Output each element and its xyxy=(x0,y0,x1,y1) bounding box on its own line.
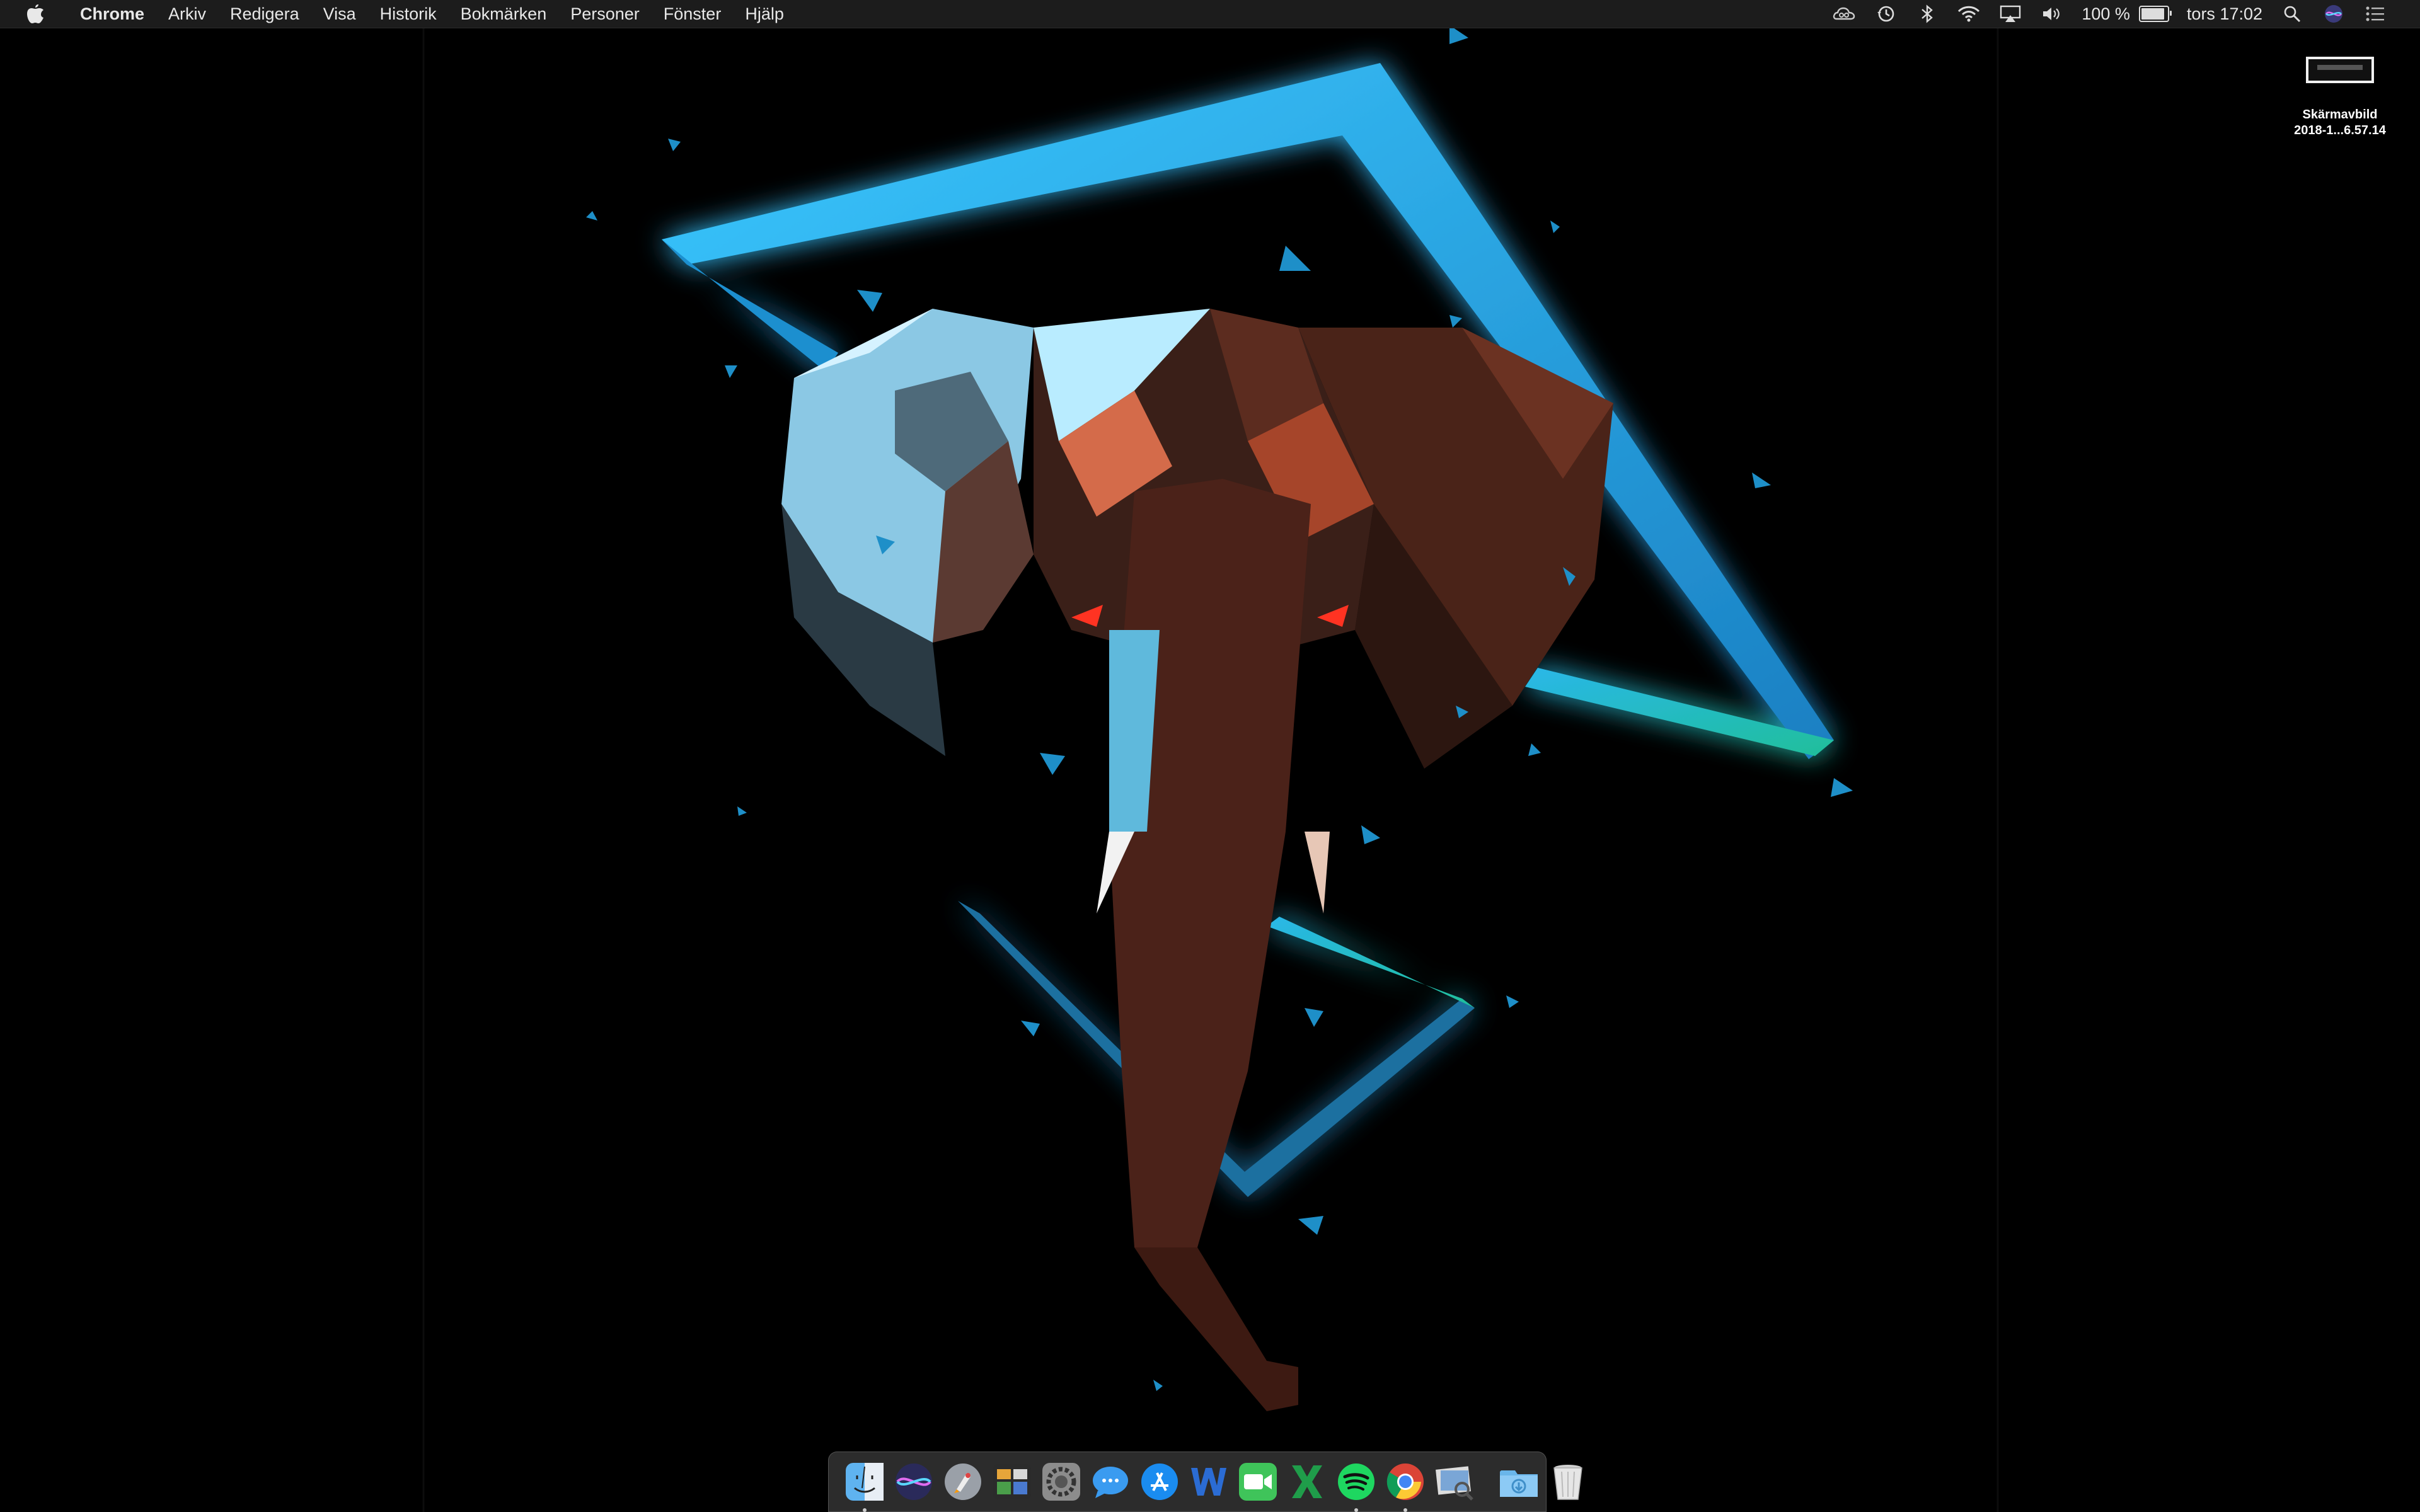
chrome-icon[interactable] xyxy=(1384,1460,1427,1512)
trash-icon[interactable] xyxy=(1547,1460,1589,1503)
menu-app-name[interactable]: Chrome xyxy=(68,0,156,28)
running-indicator xyxy=(1403,1508,1407,1512)
battery-percentage: 100 % xyxy=(2082,4,2130,23)
menu-personer[interactable]: Personer xyxy=(558,0,652,28)
battery-fill xyxy=(2141,8,2164,20)
desktop-wallpaper xyxy=(422,25,1999,1512)
spotlight-icon[interactable] xyxy=(2279,1,2305,26)
app-store-icon[interactable] xyxy=(1138,1460,1181,1503)
messages-icon[interactable] xyxy=(1089,1460,1132,1503)
dock xyxy=(828,1452,1582,1512)
notification-center-icon[interactable] xyxy=(2363,1,2388,26)
menu-bokmarken[interactable]: Bokmärken xyxy=(449,0,559,28)
downloads-folder-icon[interactable] xyxy=(1497,1460,1540,1503)
clock[interactable]: tors 17:02 xyxy=(2187,4,2262,24)
desktop-file-screenshot[interactable]: Skärmavbild 2018-1...6.57.14 xyxy=(2280,57,2400,139)
volume-icon[interactable] xyxy=(2039,1,2065,26)
bluetooth-icon[interactable] xyxy=(1915,1,1940,26)
launchpad-icon[interactable] xyxy=(942,1460,984,1503)
menu-hjalp[interactable]: Hjälp xyxy=(733,0,796,28)
elephant-illustration xyxy=(781,309,1613,1411)
menu-arkiv[interactable]: Arkiv xyxy=(156,0,218,28)
excel-icon[interactable] xyxy=(1286,1460,1328,1503)
facetime-icon[interactable] xyxy=(1236,1460,1279,1503)
menu-bar: Chrome Arkiv Redigera Visa Historik Bokm… xyxy=(0,0,2420,28)
file-thumbnail xyxy=(2306,57,2374,83)
file-label-line1: Skärmavbild xyxy=(2302,108,2378,122)
menu-redigera[interactable]: Redigera xyxy=(218,0,311,28)
finder-icon[interactable] xyxy=(843,1460,886,1512)
airplay-icon[interactable] xyxy=(1998,1,2023,26)
siri-icon[interactable] xyxy=(2321,1,2346,26)
running-indicator xyxy=(863,1508,867,1512)
spotify-icon[interactable] xyxy=(1335,1460,1378,1512)
word-icon[interactable] xyxy=(1187,1460,1230,1503)
time-machine-icon[interactable] xyxy=(1873,1,1898,26)
wifi-icon[interactable] xyxy=(1956,1,1981,26)
file-label-line2: 2018-1...6.57.14 xyxy=(2294,123,2386,137)
mission-control-icon[interactable] xyxy=(991,1460,1034,1503)
siri-icon[interactable] xyxy=(892,1460,935,1503)
preview-icon[interactable] xyxy=(1433,1460,1476,1503)
menu-historik[interactable]: Historik xyxy=(368,0,449,28)
running-indicator xyxy=(1354,1508,1358,1512)
system-preferences-icon[interactable] xyxy=(1040,1460,1083,1503)
apple-menu-icon[interactable] xyxy=(23,1,48,26)
menu-fonster[interactable]: Fönster xyxy=(652,0,734,28)
menu-visa[interactable]: Visa xyxy=(311,0,368,28)
battery-icon[interactable] xyxy=(2138,6,2172,22)
creative-cloud-icon[interactable] xyxy=(1831,1,1857,26)
